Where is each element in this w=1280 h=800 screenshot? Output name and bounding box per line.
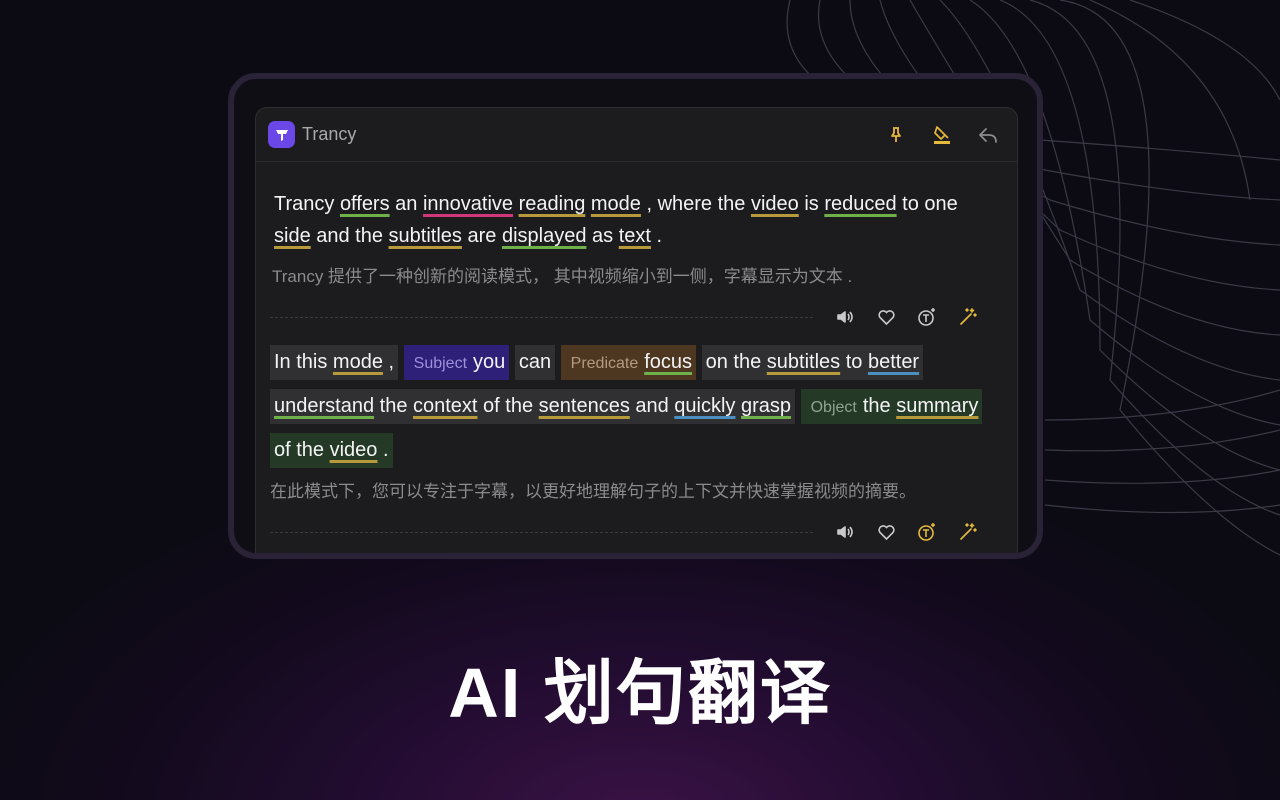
vocab-word[interactable]: offers <box>340 193 390 215</box>
sentence-text: , <box>382 351 395 373</box>
vocab-word[interactable]: displayed <box>502 225 587 247</box>
sentence-text: and <box>629 395 675 417</box>
reply-icon[interactable] <box>977 124 999 146</box>
sentence-text: you <box>473 351 506 373</box>
vocab-word[interactable]: understand <box>274 395 374 417</box>
vocab-word[interactable]: subtitles <box>389 225 462 247</box>
divider <box>270 531 813 533</box>
sentence-text: of the <box>477 395 539 417</box>
sentence-translation: Trancy 提供了一种创新的阅读模式， 其中视频缩小到一侧，字幕显示为文本 . <box>272 267 853 286</box>
vocab-word[interactable]: text <box>619 225 651 247</box>
magic-wand-icon[interactable] <box>958 522 978 542</box>
grammar-segment-subject[interactable]: Subject you <box>403 345 510 380</box>
grammar-tag: Subject <box>413 355 468 372</box>
vocab-word[interactable]: better <box>868 351 919 373</box>
highlight-icon[interactable] <box>931 124 953 146</box>
vocab-word[interactable]: sentences <box>539 395 630 417</box>
sentence-text: . <box>650 225 663 247</box>
vocab-word[interactable]: reading <box>519 193 586 215</box>
heart-icon[interactable] <box>876 522 896 542</box>
pin-icon[interactable] <box>885 124 907 146</box>
sentence-text: is <box>798 193 825 215</box>
magic-wand-icon[interactable] <box>958 307 978 327</box>
vocab-word[interactable]: summary <box>896 395 978 417</box>
sentence-text: In this <box>274 351 333 373</box>
sentence-text: to one <box>896 193 958 215</box>
vocab-word[interactable]: reduced <box>824 193 896 215</box>
grammar-segment[interactable]: can <box>514 345 556 380</box>
sentence-text: , where the <box>640 193 751 215</box>
sentence-text: can <box>518 351 552 373</box>
sentence-text: . <box>377 439 389 461</box>
sentence-text: as <box>586 225 619 247</box>
heart-icon[interactable] <box>876 307 896 327</box>
sentence-text: the <box>862 395 897 417</box>
tablet-frame: Trancy Trancy offers an innovative readi… <box>228 73 1043 559</box>
sentence-toolbar <box>270 303 999 331</box>
app-title: Trancy <box>302 124 357 144</box>
sentence-text: an <box>389 193 423 215</box>
vocab-word[interactable]: mode <box>591 193 641 215</box>
sentence-text: to <box>840 351 868 373</box>
vocab-word[interactable]: grasp <box>741 395 791 417</box>
speaker-icon[interactable] <box>835 522 855 542</box>
translate-icon[interactable] <box>917 307 937 327</box>
translate-icon[interactable] <box>917 522 937 542</box>
vocab-word[interactable]: side <box>274 225 311 247</box>
sentence-toolbar <box>270 518 999 546</box>
sentence-original[interactable]: Trancy offers an innovative reading mode… <box>274 188 999 252</box>
panel-header: Trancy <box>256 108 1017 162</box>
sentence-text: Trancy <box>274 193 340 215</box>
vocab-word[interactable]: mode <box>333 351 383 373</box>
reader-panel: Trancy Trancy offers an innovative readi… <box>255 107 1018 553</box>
vocab-word[interactable]: video <box>330 439 378 461</box>
sentence-text: the <box>374 395 413 417</box>
trancy-logo <box>268 121 295 148</box>
speaker-icon[interactable] <box>835 307 855 327</box>
vocab-word[interactable]: focus <box>644 351 692 373</box>
sentence-text: on the <box>705 351 767 373</box>
grammar-segment-predicate[interactable]: Predicate focus <box>560 345 697 380</box>
headline: AI 划句翻译 <box>448 654 832 732</box>
vocab-word[interactable]: innovative <box>423 193 513 215</box>
divider <box>270 316 813 318</box>
vocab-word[interactable]: subtitles <box>767 351 840 373</box>
sentence-text: are <box>461 225 502 247</box>
sentence-translation: 在此模式下，您可以专注于字幕，以更好地理解句子的上下文并快速掌握视频的摘要。 <box>270 482 916 501</box>
sentence-grammar-analysis[interactable]: In this mode , Subject you can Predicate f… <box>270 341 999 471</box>
vocab-word[interactable]: quickly <box>674 395 735 417</box>
sentence-text: of the <box>274 439 330 461</box>
grammar-tag: Predicate <box>570 355 639 372</box>
vocab-word[interactable]: video <box>751 193 799 215</box>
grammar-tag: Object <box>810 399 857 416</box>
grammar-segment[interactable]: In this mode , <box>270 345 399 380</box>
sentence-text: and the <box>310 225 389 247</box>
vocab-word[interactable]: context <box>413 395 477 417</box>
